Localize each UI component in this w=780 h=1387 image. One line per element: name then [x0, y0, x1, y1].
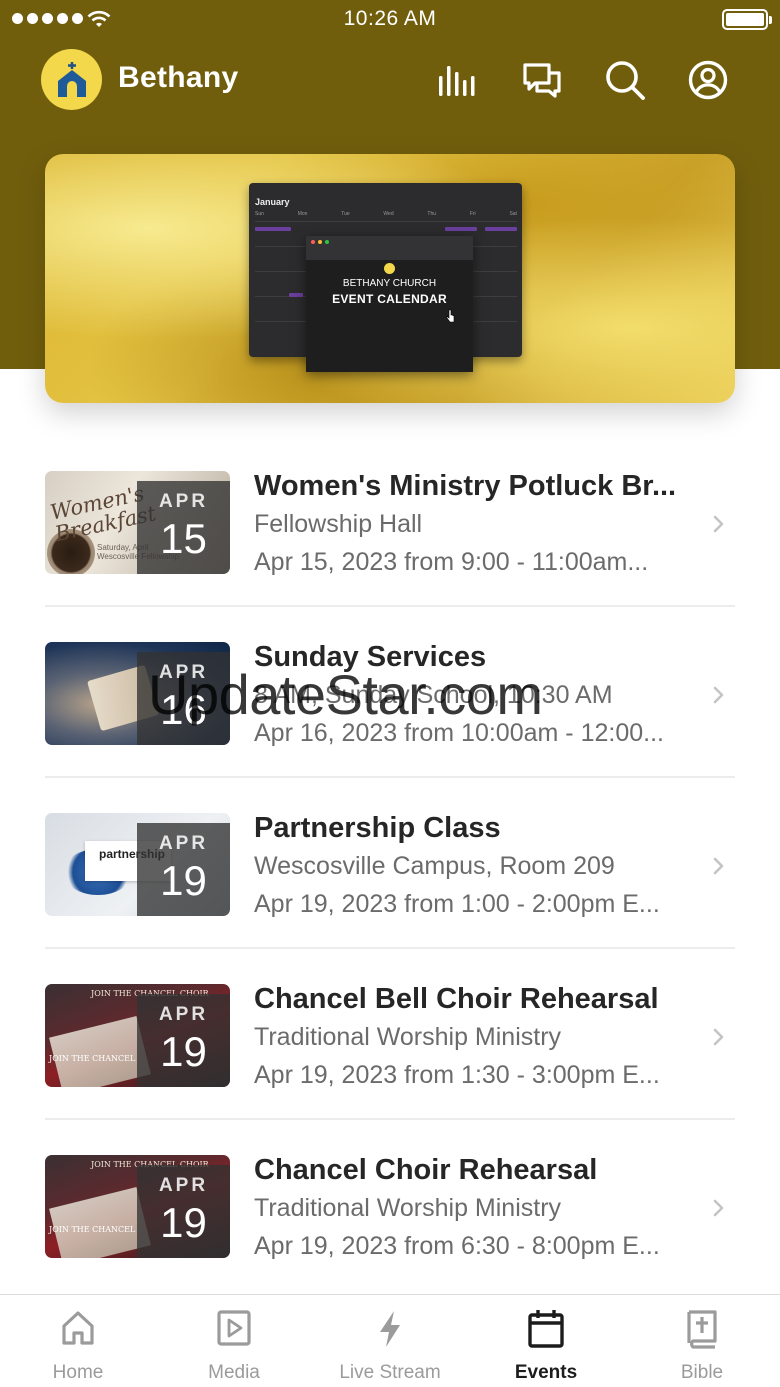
thumbnail-caption: JOIN THE CHANCEL	[49, 1225, 136, 1234]
date-month: APR	[158, 1004, 209, 1025]
date-badge: APR 19	[137, 994, 230, 1087]
chevron-right-icon	[713, 515, 724, 533]
search-icon	[606, 61, 645, 100]
tab-events[interactable]: Events	[468, 1295, 624, 1387]
date-month: APR	[158, 1175, 209, 1196]
event-calendar-popup: BETHANY CHURCH EVENT CALENDAR	[306, 236, 473, 372]
date-day: 19	[160, 857, 207, 904]
cursor-icon	[446, 309, 455, 323]
calendar-weekdays: Sun Mon Tue Wed Thu Fri Sat	[255, 211, 517, 217]
church-mini-logo-icon	[384, 263, 395, 274]
event-title: Sunday Services	[254, 641, 487, 673]
event-item[interactable]: partnership APR 19 Partnership Class Wes…	[0, 777, 780, 949]
event-thumbnail: JOIN THE CHANCEL CHOIR JOIN THE CHANCEL …	[45, 1155, 230, 1258]
tab-label: Home	[52, 1362, 104, 1383]
audio-bars-icon	[439, 66, 475, 96]
battery-icon	[722, 9, 772, 30]
event-location: Traditional Worship Ministry	[254, 1023, 562, 1051]
search-button[interactable]	[603, 58, 647, 102]
date-badge: APR 19	[137, 823, 230, 916]
event-title: Chancel Bell Choir Rehearsal	[254, 983, 659, 1015]
event-thumbnail: partnership APR 19	[45, 813, 230, 916]
lightning-icon	[380, 1311, 400, 1347]
tab-live-stream[interactable]: Live Stream	[312, 1295, 468, 1387]
calendar-event-tag	[445, 227, 477, 231]
messages-button[interactable]	[520, 58, 564, 102]
event-location: Fellowship Hall	[254, 510, 423, 538]
tab-label: Media	[208, 1362, 260, 1383]
chevron-right-icon	[713, 1199, 724, 1217]
status-bar: 10:26 AM	[0, 0, 780, 40]
event-time: Apr 15, 2023 from 9:00 - 11:00am...	[254, 548, 649, 576]
window-controls-icon	[311, 240, 329, 244]
event-item[interactable]: APR 16 Sunday Services 8 AM, Sunday Scho…	[0, 606, 780, 778]
chat-icon	[523, 63, 561, 98]
sheet-music-icon	[49, 1016, 151, 1087]
chevron-right-icon	[713, 686, 724, 704]
chevron-right-icon	[713, 857, 724, 875]
tab-label: Events	[514, 1362, 578, 1383]
event-title: Women's Ministry Potluck Br...	[254, 470, 677, 502]
tab-media[interactable]: Media	[156, 1295, 312, 1387]
sheet-music-icon	[49, 1187, 151, 1258]
tab-bible[interactable]: Bible	[624, 1295, 780, 1387]
banner-subtitle: BETHANY CHURCH	[342, 278, 437, 289]
event-thumbnail: JOIN THE CHANCEL CHOIR JOIN THE CHANCEL …	[45, 984, 230, 1087]
bible-icon	[687, 1310, 717, 1349]
event-title: Partnership Class	[254, 812, 501, 844]
chevron-right-icon	[713, 1028, 724, 1046]
event-thumbnail: Women's Breakfast Saturday, April Wescosv…	[45, 471, 230, 574]
event-location: Traditional Worship Ministry	[254, 1194, 562, 1222]
banner-title: EVENT CALENDAR	[332, 292, 447, 306]
tab-label: Bible	[680, 1362, 724, 1383]
calendar-event-tag	[255, 227, 291, 231]
calendar-icon	[528, 1310, 564, 1348]
church-icon	[57, 61, 86, 97]
date-badge: APR 19	[137, 1165, 230, 1258]
date-badge: APR 16	[137, 652, 230, 745]
event-location: Wescosville Campus, Room 209	[254, 852, 615, 880]
church-logo[interactable]	[41, 49, 102, 110]
calendar-event-tag	[485, 227, 517, 231]
popup-toolbar	[306, 236, 473, 260]
app-title: Bethany	[118, 61, 239, 94]
date-day: 19	[160, 1199, 207, 1246]
date-badge: APR 15	[137, 481, 230, 574]
date-day: 16	[160, 686, 207, 733]
thumbnail-caption: JOIN THE CHANCEL	[49, 1054, 136, 1063]
date-month: APR	[158, 833, 209, 854]
event-time: Apr 19, 2023 from 1:30 - 3:00pm E...	[254, 1061, 660, 1089]
event-location: 8 AM, Sunday School, 10:30 AM	[254, 681, 613, 709]
event-time: Apr 19, 2023 from 6:30 - 8:00pm E...	[254, 1232, 660, 1260]
event-item[interactable]: JOIN THE CHANCEL CHOIR JOIN THE CHANCEL …	[0, 1119, 780, 1290]
profile-button[interactable]	[686, 58, 730, 102]
date-day: 19	[160, 1028, 207, 1075]
status-time: 10:26 AM	[343, 7, 437, 30]
event-thumbnail: APR 16	[45, 642, 230, 745]
event-title: Chancel Choir Rehearsal	[254, 1154, 598, 1186]
media-icon	[217, 1310, 251, 1346]
tab-home[interactable]: Home	[0, 1295, 156, 1387]
event-calendar-banner[interactable]: January Sun Mon Tue Wed Thu Fri Sat BETH…	[45, 154, 735, 403]
event-item[interactable]: JOIN THE CHANCEL CHOIR JOIN THE CHANCEL …	[0, 948, 780, 1120]
home-icon	[62, 1311, 94, 1345]
event-time: Apr 19, 2023 from 1:00 - 2:00pm E...	[254, 890, 660, 918]
date-month: APR	[158, 662, 209, 683]
calendar-event-tag	[289, 293, 303, 297]
event-item[interactable]: Women's Breakfast Saturday, April Wescosv…	[0, 435, 780, 607]
calendar-month: January	[255, 197, 290, 207]
date-day: 15	[160, 515, 207, 562]
event-time: Apr 16, 2023 from 10:00am - 12:00...	[254, 719, 664, 747]
date-month: APR	[158, 491, 209, 512]
tab-bar: Home Media Live Stream Events Bible	[0, 1294, 780, 1387]
stats-button[interactable]	[437, 58, 481, 102]
user-icon	[688, 60, 728, 100]
tab-label: Live Stream	[339, 1362, 441, 1383]
